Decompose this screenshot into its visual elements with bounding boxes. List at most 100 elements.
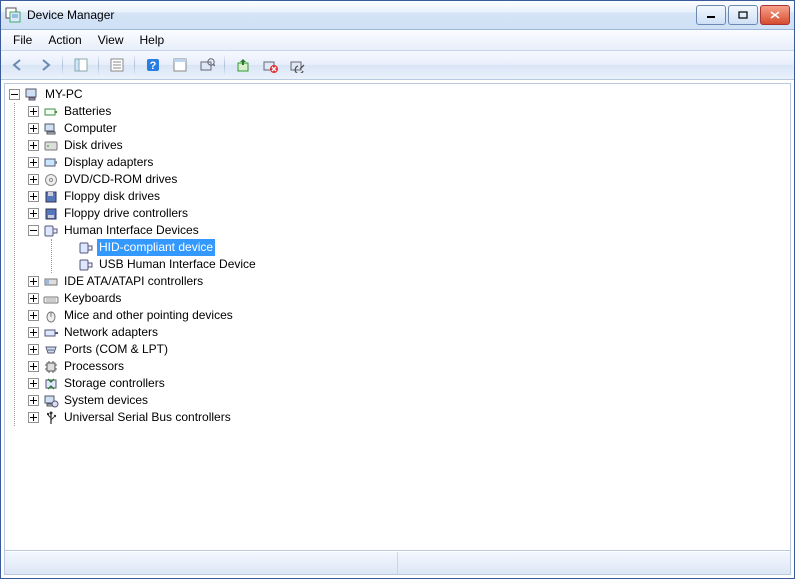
expand-icon[interactable] bbox=[28, 378, 39, 389]
status-panel-left bbox=[9, 552, 398, 574]
tree-label: Human Interface Devices bbox=[62, 222, 201, 239]
toolbar-separator bbox=[134, 54, 135, 76]
network-icon bbox=[43, 325, 59, 341]
back-button[interactable] bbox=[5, 53, 30, 77]
ide-icon bbox=[43, 274, 59, 290]
tree-item-processors[interactable]: Processors bbox=[28, 358, 786, 375]
tree-label: Batteries bbox=[62, 103, 113, 120]
tree-item-usb-hid[interactable]: USB Human Interface Device bbox=[65, 256, 786, 273]
collapse-icon[interactable] bbox=[9, 89, 20, 100]
tree-label: Display adapters bbox=[62, 154, 155, 171]
expand-icon[interactable] bbox=[28, 412, 39, 423]
tree-item-floppy-controllers[interactable]: Floppy drive controllers bbox=[28, 205, 786, 222]
menu-action[interactable]: Action bbox=[40, 31, 89, 49]
maximize-button[interactable] bbox=[728, 5, 758, 25]
tree-item-network[interactable]: Network adapters bbox=[28, 324, 786, 341]
tree-item-storage[interactable]: Storage controllers bbox=[28, 375, 786, 392]
mouse-icon bbox=[43, 308, 59, 324]
tree-label: USB Human Interface Device bbox=[97, 256, 258, 273]
properties-button[interactable] bbox=[104, 53, 129, 77]
show-hide-tree-button[interactable] bbox=[68, 53, 93, 77]
tree-label-selected: HID-compliant device bbox=[97, 239, 215, 256]
tree-root-label: MY-PC bbox=[43, 86, 85, 103]
expand-icon[interactable] bbox=[28, 276, 39, 287]
disk-icon bbox=[43, 138, 59, 154]
computer-icon bbox=[24, 87, 40, 103]
battery-icon bbox=[43, 104, 59, 120]
tree-item-ports[interactable]: Ports (COM & LPT) bbox=[28, 341, 786, 358]
usb-icon bbox=[43, 410, 59, 426]
expand-icon[interactable] bbox=[28, 344, 39, 355]
help-button[interactable]: ? bbox=[140, 53, 165, 77]
expand-icon[interactable] bbox=[28, 208, 39, 219]
tree-label: DVD/CD-ROM drives bbox=[62, 171, 179, 188]
expand-icon[interactable] bbox=[28, 293, 39, 304]
tree-label: Storage controllers bbox=[62, 375, 167, 392]
tree-label: Floppy drive controllers bbox=[62, 205, 190, 222]
tree-label: IDE ATA/ATAPI controllers bbox=[62, 273, 205, 290]
expand-icon[interactable] bbox=[28, 140, 39, 151]
titlebar[interactable]: Device Manager bbox=[1, 1, 794, 30]
tree-item-display-adapters[interactable]: Display adapters bbox=[28, 154, 786, 171]
tree-item-dvd[interactable]: DVD/CD-ROM drives bbox=[28, 171, 786, 188]
menu-view[interactable]: View bbox=[90, 31, 132, 49]
tree-label: Processors bbox=[62, 358, 126, 375]
tree-item-computer[interactable]: Computer bbox=[28, 120, 786, 137]
tree-label: Computer bbox=[62, 120, 119, 137]
tree-item-mice[interactable]: Mice and other pointing devices bbox=[28, 307, 786, 324]
expand-icon[interactable] bbox=[28, 327, 39, 338]
expand-icon[interactable] bbox=[28, 191, 39, 202]
tree-item-hid-compliant[interactable]: HID-compliant device bbox=[65, 239, 786, 256]
close-button[interactable] bbox=[760, 5, 790, 25]
tree-label: Network adapters bbox=[62, 324, 160, 341]
tree-item-batteries[interactable]: Batteries bbox=[28, 103, 786, 120]
tree-item-usb[interactable]: Universal Serial Bus controllers bbox=[28, 409, 786, 426]
tree-item-ide[interactable]: IDE ATA/ATAPI controllers bbox=[28, 273, 786, 290]
tree-item-disk-drives[interactable]: Disk drives bbox=[28, 137, 786, 154]
window-title: Device Manager bbox=[27, 8, 696, 22]
hid-device-icon bbox=[78, 240, 94, 256]
ports-icon bbox=[43, 342, 59, 358]
hid-device-icon bbox=[78, 257, 94, 273]
expand-icon[interactable] bbox=[28, 361, 39, 372]
tree-item-system[interactable]: System devices bbox=[28, 392, 786, 409]
toolbar-separator bbox=[62, 54, 63, 76]
device-manager-window: Device Manager File Action View Help bbox=[0, 0, 795, 579]
svg-text:?: ? bbox=[149, 60, 156, 72]
system-icon bbox=[43, 393, 59, 409]
minimize-button[interactable] bbox=[696, 5, 726, 25]
expand-icon[interactable] bbox=[28, 174, 39, 185]
collapse-icon[interactable] bbox=[28, 225, 39, 236]
expand-icon[interactable] bbox=[28, 395, 39, 406]
expand-icon[interactable] bbox=[28, 157, 39, 168]
tree-item-keyboards[interactable]: Keyboards bbox=[28, 290, 786, 307]
toolbar-separator bbox=[98, 54, 99, 76]
update-driver-button[interactable] bbox=[230, 53, 255, 77]
status-panel-right bbox=[398, 552, 787, 574]
tree-label: Keyboards bbox=[62, 290, 123, 307]
forward-button[interactable] bbox=[32, 53, 57, 77]
hid-icon bbox=[43, 223, 59, 239]
tree-root[interactable]: MY-PC bbox=[9, 86, 786, 103]
toolbar-separator bbox=[224, 54, 225, 76]
keyboard-icon bbox=[43, 291, 59, 307]
disable-button[interactable] bbox=[284, 53, 309, 77]
tree-item-floppy-disk[interactable]: Floppy disk drives bbox=[28, 188, 786, 205]
expand-icon[interactable] bbox=[28, 310, 39, 321]
scan-hardware-button[interactable] bbox=[194, 53, 219, 77]
tree-label: Disk drives bbox=[62, 137, 125, 154]
device-tree[interactable]: MY-PC Batteries Computer bbox=[5, 84, 790, 551]
action-button[interactable] bbox=[167, 53, 192, 77]
pc-icon bbox=[43, 121, 59, 137]
expand-icon[interactable] bbox=[28, 106, 39, 117]
menubar: File Action View Help bbox=[1, 30, 794, 51]
processor-icon bbox=[43, 359, 59, 375]
display-adapter-icon bbox=[43, 155, 59, 171]
menu-help[interactable]: Help bbox=[132, 31, 173, 49]
app-icon bbox=[5, 7, 21, 23]
menu-file[interactable]: File bbox=[5, 31, 40, 49]
floppy-controller-icon bbox=[43, 206, 59, 222]
tree-item-hid[interactable]: Human Interface Devices bbox=[28, 222, 786, 239]
expand-icon[interactable] bbox=[28, 123, 39, 134]
uninstall-button[interactable] bbox=[257, 53, 282, 77]
